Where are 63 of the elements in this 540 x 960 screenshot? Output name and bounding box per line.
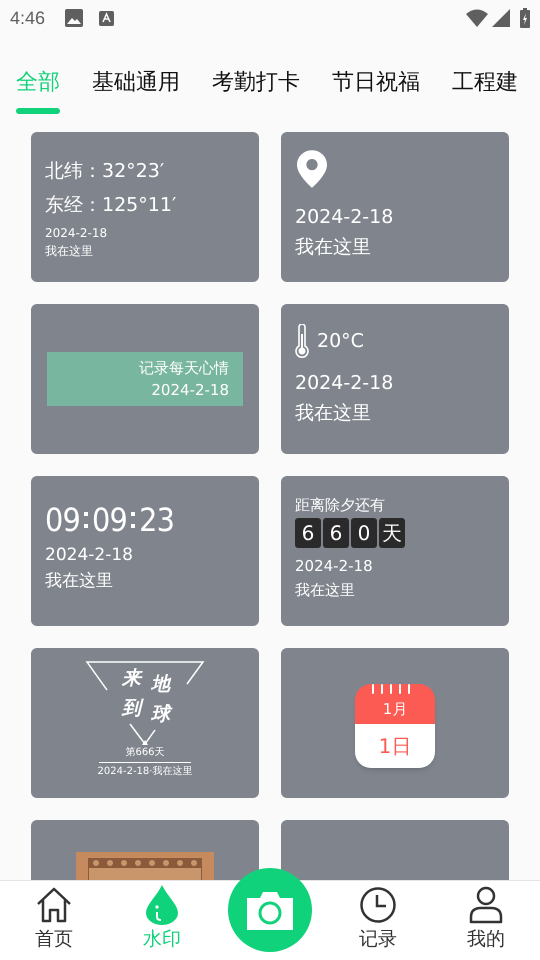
image-icon — [65, 9, 84, 27]
slogan-character: 到 — [121, 696, 142, 726]
category-tab[interactable]: 全部 — [16, 68, 60, 114]
category-tab[interactable]: 考勤打卡 — [212, 68, 300, 114]
watermark-card[interactable]: 09 09 23 2024-2-18 我在这里 — [31, 476, 259, 626]
watermark-card[interactable]: 2024-2-18 我在这里 — [281, 132, 509, 282]
status-time: 4:46 — [10, 6, 46, 30]
signal-icon — [492, 9, 510, 27]
month-text: 1月 — [382, 698, 408, 720]
date-text: 2024-2-18 — [295, 205, 394, 230]
countdown-caption: 距离除夕还有 — [295, 495, 386, 516]
place-text: 我在这里 — [295, 580, 356, 601]
place-text: 我在这里 — [295, 235, 372, 260]
date-text: 2024-2-18 — [45, 544, 134, 567]
date-text: 2024-2-18 — [151, 380, 229, 401]
nav-tab[interactable]: 水印 — [108, 881, 216, 953]
day-text: 1日 — [378, 733, 412, 760]
countdown-digit: 6 — [295, 518, 321, 548]
countdown-unit: 天 — [379, 518, 405, 548]
clock-icon — [359, 886, 397, 924]
nav-tab[interactable]: 记录 — [324, 881, 432, 953]
nav-tab[interactable]: 我的 — [432, 881, 540, 953]
place-text: 我在这里 — [295, 401, 372, 426]
camera-icon — [245, 890, 295, 930]
thermometer-icon — [295, 324, 309, 358]
water-drop-icon — [146, 885, 178, 925]
footer-text: 2024-2-18·我在这里 — [98, 765, 192, 779]
watermark-card[interactable]: 记录每天心情 2024-2-18 — [31, 304, 259, 454]
keyboard-icon — [99, 10, 114, 26]
colon-icon — [84, 512, 88, 528]
countdown-digit: 6 — [323, 518, 349, 548]
watermark-card[interactable]: 距离除夕还有 6 6 0 天 2024-2-18 我在这里 — [281, 476, 509, 626]
date-text: 2024-2-18 — [45, 225, 108, 242]
mood-text: 记录每天心情 — [139, 358, 229, 379]
watermark-card[interactable]: 北纬：32°23′ 东经：125°11′ 2024-2-18 我在这里 — [31, 132, 259, 282]
watermark-card[interactable]: 来 地 到 球 第666天 2024-2-18·我在这里 — [31, 648, 259, 798]
category-tab[interactable]: 基础通用 — [92, 68, 180, 114]
clock-digits: 09 — [92, 500, 128, 540]
countdown-digit: 0 — [351, 518, 377, 548]
wifi-icon — [466, 9, 488, 27]
clock-digits: 09 — [45, 500, 80, 540]
watermark-card[interactable]: 20°C 2024-2-18 我在这里 — [281, 304, 509, 454]
category-tab[interactable]: 节日祝福 — [332, 68, 420, 114]
coordinate-text: 北纬：32°23′ — [45, 159, 166, 184]
place-text: 我在这里 — [45, 570, 114, 593]
clock-digits: 23 — [139, 500, 174, 540]
place-text: 我在这里 — [45, 243, 94, 260]
slogan-character: 球 — [150, 702, 171, 726]
slogan-character: 来 — [121, 666, 142, 691]
date-text: 2024-2-18 — [295, 371, 394, 396]
battery-icon — [520, 8, 530, 28]
day-count-text: 第666天 — [125, 746, 165, 760]
colon-icon — [131, 512, 136, 528]
date-text: 2024-2-18 — [295, 556, 374, 577]
home-icon — [35, 886, 73, 924]
watermark-card[interactable]: 1月 1日 — [281, 648, 509, 798]
coordinate-text: 东经：125°11′ — [45, 193, 178, 218]
location-pin-icon — [297, 150, 327, 188]
category-tab[interactable]: 工程建 — [452, 68, 518, 114]
nav-tab[interactable]: 首页 — [0, 881, 108, 953]
temperature-text: 20°C — [317, 328, 364, 354]
slogan-character: 地 — [150, 672, 171, 696]
person-icon — [469, 886, 503, 924]
